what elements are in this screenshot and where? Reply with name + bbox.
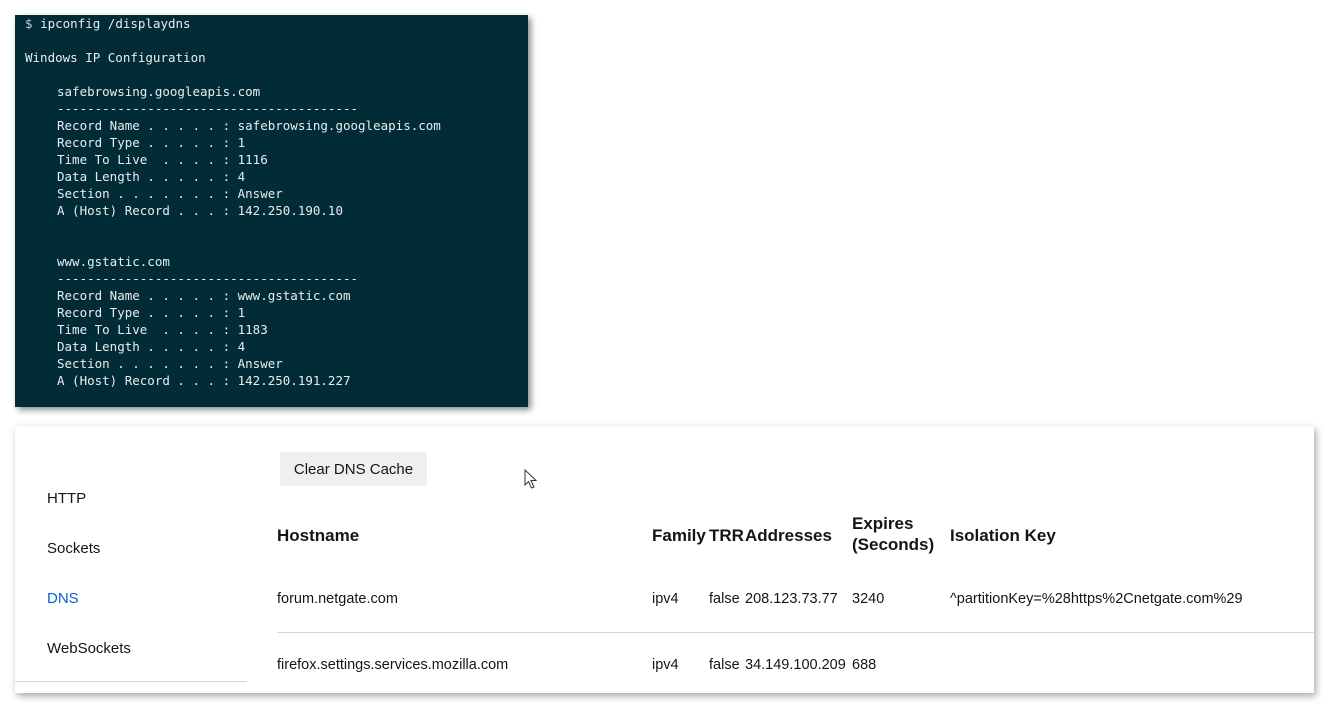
dns-field-value: safebrowsing.googleapis.com bbox=[237, 118, 441, 133]
networking-panel: HTTP Sockets DNS WebSockets Clear DNS Ca… bbox=[15, 426, 1314, 693]
header-expires-line2: (Seconds) bbox=[852, 535, 935, 554]
dns-field-label: Data Length . . . . . : bbox=[57, 339, 231, 354]
header-trr: TRR bbox=[709, 526, 744, 545]
clear-dns-cache-button[interactable]: Clear DNS Cache bbox=[280, 452, 427, 486]
cell-hostname: firefox.settings.services.mozilla.com bbox=[277, 657, 509, 673]
dns-field: Record Type . . . . . : 1 bbox=[57, 304, 245, 321]
cell-addresses: 34.149.100.209 bbox=[745, 657, 846, 673]
dns-field-label: Time To Live . . . . : bbox=[57, 152, 231, 167]
cell-expires: 688 bbox=[852, 657, 877, 673]
cell-addresses: 208.123.73.77 bbox=[745, 591, 838, 607]
terminal-command-line: $ ipconfig /displaydns bbox=[25, 15, 191, 32]
dns-field-value: 1183 bbox=[237, 322, 268, 337]
dns-field: Record Type . . . . . : 1 bbox=[57, 134, 245, 151]
sidebar-divider bbox=[15, 681, 247, 682]
header-addresses: Addresses bbox=[745, 526, 832, 545]
header-isolation-key: Isolation Key bbox=[950, 526, 1056, 545]
dns-entry-separator: ---------------------------------------- bbox=[57, 101, 359, 116]
cell-expires: 3240 bbox=[852, 591, 885, 607]
terminal-heading: Windows IP Configuration bbox=[25, 50, 206, 65]
dns-field-value: 1 bbox=[237, 135, 246, 150]
dns-field-value: 142.250.191.227 bbox=[237, 373, 351, 388]
dns-field: A (Host) Record . . . : 142.250.190.10 bbox=[57, 202, 343, 219]
mouse-pointer-icon bbox=[524, 469, 538, 489]
dns-field: Record Name . . . . . : safebrowsing.goo… bbox=[57, 117, 441, 134]
terminal-prompt: $ bbox=[25, 16, 33, 31]
dns-field-label: Data Length . . . . . : bbox=[57, 169, 231, 184]
sidebar: HTTP Sockets DNS WebSockets bbox=[15, 426, 247, 693]
dns-field: Data Length . . . . . : 4 bbox=[57, 168, 245, 185]
dns-field-value: 1116 bbox=[237, 152, 268, 167]
dns-entry-host: safebrowsing.googleapis.com bbox=[57, 84, 261, 99]
terminal-window: $ ipconfig /displaydns Windows IP Config… bbox=[15, 15, 528, 407]
cell-hostname: forum.netgate.com bbox=[277, 591, 398, 607]
dns-entry-host: www.gstatic.com bbox=[57, 254, 170, 269]
dns-field-label: Record Name . . . . . : bbox=[57, 118, 231, 133]
dns-field: Section . . . . . . . : Answer bbox=[57, 355, 283, 372]
cell-trr: false bbox=[709, 591, 740, 607]
sidebar-item-http[interactable]: HTTP bbox=[47, 490, 86, 507]
dns-field-value: Answer bbox=[237, 186, 283, 201]
header-hostname: Hostname bbox=[277, 526, 360, 545]
dns-field: Data Length . . . . . : 4 bbox=[57, 338, 245, 355]
dns-field-label: Record Type . . . . . : bbox=[57, 135, 231, 150]
dns-field-label: Record Name . . . . . : bbox=[57, 288, 231, 303]
header-expires-line1: Expires bbox=[852, 514, 914, 533]
dns-field-label: A (Host) Record . . . : bbox=[57, 203, 231, 218]
dns-field: Time To Live . . . . : 1116 bbox=[57, 151, 268, 168]
cell-family: ipv4 bbox=[652, 657, 679, 673]
dns-field-label: A (Host) Record . . . : bbox=[57, 373, 231, 388]
dns-field-value: 4 bbox=[237, 169, 246, 184]
dns-field-value: Answer bbox=[237, 356, 283, 371]
cell-trr: false bbox=[709, 657, 740, 673]
cell-family: ipv4 bbox=[652, 591, 679, 607]
dns-field-value: 142.250.190.10 bbox=[237, 203, 343, 218]
dns-field: Record Name . . . . . : www.gstatic.com bbox=[57, 287, 351, 304]
dns-field-label: Record Type . . . . . : bbox=[57, 305, 231, 320]
dns-field: Section . . . . . . . : Answer bbox=[57, 185, 283, 202]
dns-field-value: 4 bbox=[237, 339, 246, 354]
terminal-command: ipconfig /displaydns bbox=[40, 16, 191, 31]
cell-isolation-key: ^partitionKey=%28https%2Cnetgate.com%29 bbox=[950, 591, 1243, 607]
dns-field-value: 1 bbox=[237, 305, 246, 320]
sidebar-item-dns[interactable]: DNS bbox=[47, 590, 79, 607]
dns-entry-separator: ---------------------------------------- bbox=[57, 271, 359, 286]
sidebar-item-websockets[interactable]: WebSockets bbox=[47, 640, 131, 657]
dns-field: Time To Live . . . . : 1183 bbox=[57, 321, 268, 338]
dns-field-value: www.gstatic.com bbox=[237, 288, 351, 303]
sidebar-item-sockets[interactable]: Sockets bbox=[47, 540, 100, 557]
dns-field-label: Time To Live . . . . : bbox=[57, 322, 231, 337]
dns-field-label: Section . . . . . . . : bbox=[57, 186, 231, 201]
row-divider bbox=[277, 632, 1314, 633]
dns-field-label: Section . . . . . . . : bbox=[57, 356, 231, 371]
header-expires: Expires (Seconds) bbox=[852, 513, 934, 555]
header-family: Family bbox=[652, 526, 706, 545]
dns-field: A (Host) Record . . . : 142.250.191.227 bbox=[57, 372, 351, 389]
